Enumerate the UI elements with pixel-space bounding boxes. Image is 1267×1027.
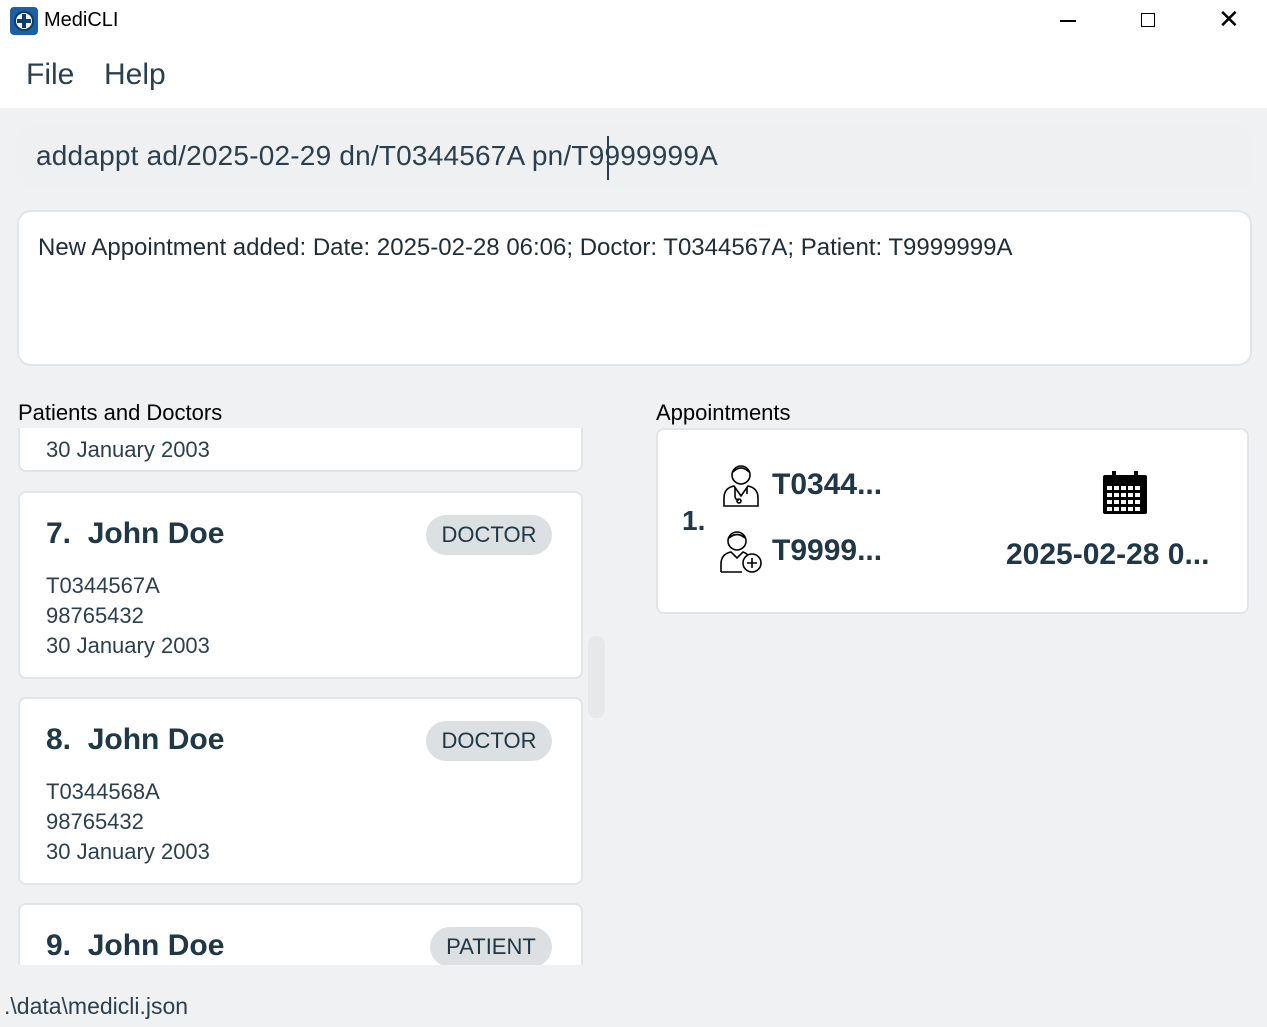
person-dob: 30 January 2003 [46,437,210,462]
appointment-card[interactable] [656,428,1249,614]
status-bar [0,983,1267,1027]
person-name: 9. John Doe [46,929,225,962]
data-file-path: .\data\medicli.json [4,993,189,1019]
person-phone: 98765432 [46,603,144,628]
person-list[interactable]: 30 January 2003 7. John Doe DOCTOR T0344… [0,428,640,965]
menu-bar: File Help [0,42,1267,108]
close-icon: ✕ [1218,5,1240,35]
person-card[interactable]: 9. John Doe PATIENT [18,903,583,965]
title-bar: MediCLI ✕ [0,0,1267,42]
role-badge: PATIENT [430,927,552,965]
person-phone: 98765432 [46,809,144,834]
close-button[interactable]: ✕ [1200,0,1256,42]
maximize-icon [1141,13,1155,27]
person-card[interactable]: 30 January 2003 [18,428,583,472]
person-card[interactable]: 7. John Doe DOCTOR T0344567A 98765432 30… [18,491,583,679]
menu-file[interactable]: File [26,58,74,92]
minimize-icon [1060,20,1076,22]
appointment-index: 1. [682,505,706,536]
minimize-button[interactable] [1040,0,1096,42]
role-badge: DOCTOR [426,515,552,555]
person-dob: 30 January 2003 [46,839,210,864]
appointment-patient-nric: T9999... [772,534,883,567]
medicli-logo-icon [10,7,38,35]
menu-help[interactable]: Help [104,58,166,92]
person-nric: T0344568A [46,779,160,804]
person-nric: T0344567A [46,573,160,598]
patient-icon [720,531,762,573]
appointment-doctor-nric: T0344... [772,468,883,501]
person-dob: 30 January 2003 [46,633,210,658]
persons-panel-title: Patients and Doctors [18,400,223,425]
window-title: MediCLI [44,9,119,31]
person-name: 7. John Doe [46,517,225,550]
appointment-datetime: 2025-02-28 0... [1006,538,1210,571]
command-input-text[interactable]: addappt ad/2025-02-29 dn/T0344567A pn/T9… [36,140,718,172]
calendar-icon [1103,471,1147,514]
person-card[interactable]: 8. John Doe DOCTOR T0344568A 98765432 30… [18,697,583,885]
role-badge: DOCTOR [426,721,552,761]
maximize-button[interactable] [1120,0,1176,42]
person-name: 8. John Doe [46,723,225,756]
appointments-panel-title: Appointments [656,400,791,425]
person-list-scrollbar[interactable] [588,636,605,718]
text-caret [607,136,609,180]
doctor-icon [723,465,759,507]
result-message: New Appointment added: Date: 2025-02-28 … [38,234,1013,261]
